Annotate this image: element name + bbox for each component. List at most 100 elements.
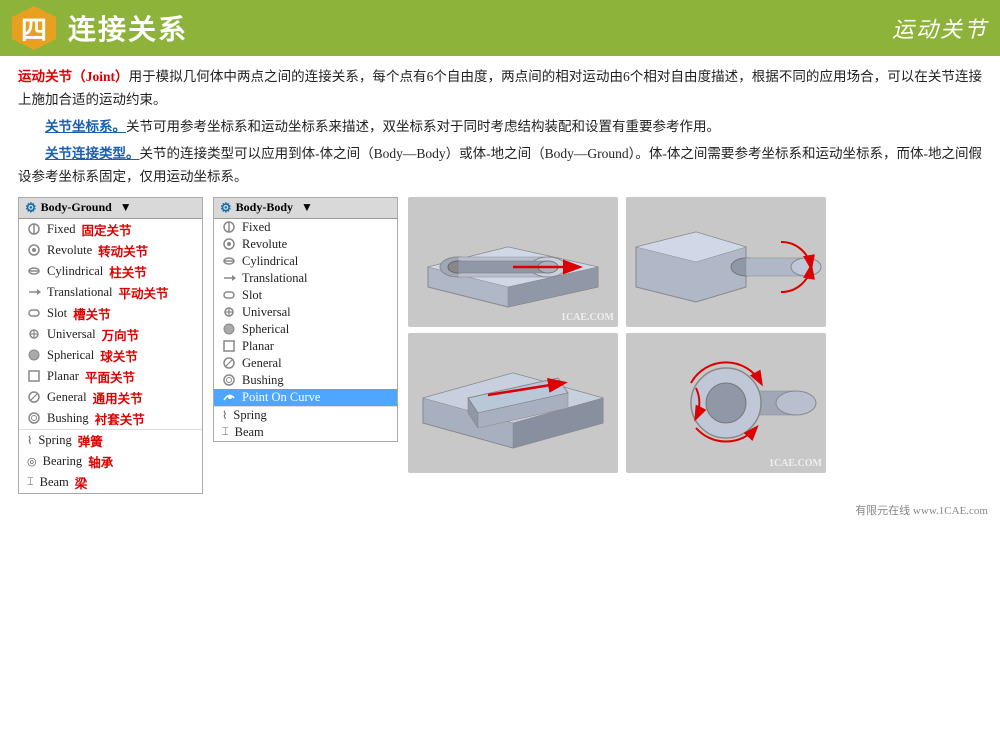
bb-item-beam[interactable]: ⌶ Beam — [214, 424, 397, 441]
item-label-cn-cylindrical: 柱关节 — [109, 262, 147, 281]
item-label-fixed: Fixed — [47, 222, 75, 237]
item-label-translational: Translational — [242, 271, 308, 286]
item-label-cylindrical: Cylindrical — [47, 264, 103, 279]
item-label-cn-translational: 平动关节 — [119, 283, 169, 302]
item-label-spherical: Spherical — [47, 348, 94, 363]
item-label-cn-planar: 平面关节 — [85, 367, 135, 386]
bg-item-spring[interactable]: ⌇ Spring 弹簧 — [19, 430, 202, 451]
panel-bg-dropdown[interactable]: ▼ — [120, 200, 132, 215]
panel-bb-header: ⚙ Body-Body ▼ — [214, 198, 397, 219]
bg-item-planar[interactable]: Planar 平面关节 — [19, 366, 202, 387]
panel-bg-title: Body-Ground — [41, 200, 112, 215]
joint-icon — [222, 254, 236, 268]
para2-keyword: 关节坐标系。 — [45, 119, 126, 134]
item-label-universal: Universal — [242, 305, 291, 320]
bb-item-planar[interactable]: Planar — [214, 338, 397, 355]
para3-text: 关节的连接类型可以应用到体-体之间（Body—Body）或体-地之间（Body—… — [18, 146, 982, 184]
bg-item-bushing[interactable]: Bushing 衬套关节 — [19, 408, 202, 429]
joint-icon — [27, 348, 41, 362]
item-label-universal: Universal — [47, 327, 96, 342]
bb-item-universal[interactable]: Universal — [214, 304, 397, 321]
bg-item-translational[interactable]: Translational 平动关节 — [19, 282, 202, 303]
header-subtitle: 运动关节 — [892, 12, 988, 44]
item-label-cn-bearing: 轴承 — [88, 452, 113, 471]
item-label-revolute: Revolute — [47, 243, 92, 258]
watermark-2: 1CAE.COM — [769, 458, 822, 469]
section-number-box: 四 — [12, 6, 56, 50]
bg-item-universal[interactable]: Universal 万向节 — [19, 324, 202, 345]
item-label-cn-bushing: 衬套关节 — [95, 409, 145, 428]
item-label-slot: Slot — [47, 306, 67, 321]
item-label-slot: Slot — [242, 288, 262, 303]
footer-bar: 有限元在线 www.1CAE.com — [0, 500, 1000, 520]
item-label-cn-spherical: 球关节 — [100, 346, 138, 365]
bb-item-translational[interactable]: Translational — [214, 270, 397, 287]
item-label-general: General — [47, 390, 87, 405]
item-label-general: General — [242, 356, 282, 371]
item-label-fixed: Fixed — [242, 220, 270, 235]
bb-item-general[interactable]: General — [214, 355, 397, 372]
joint-icon — [222, 220, 236, 234]
joint-icon — [222, 356, 236, 370]
joint-image-3 — [408, 333, 618, 473]
bb-item-bushing[interactable]: Bushing — [214, 372, 397, 389]
item-label-translational: Translational — [47, 285, 113, 300]
bg-item-slot[interactable]: Slot 槽关节 — [19, 303, 202, 324]
joint-icon — [27, 369, 41, 383]
item-label-planar: Planar — [242, 339, 274, 354]
item-label-cn-beam: 梁 — [75, 473, 88, 492]
item-label-point-on-curve: Point On Curve — [242, 390, 320, 405]
bb-item-spring[interactable]: ⌇ Spring — [214, 407, 397, 424]
joint-image-1: 1CAE.COM — [408, 197, 618, 327]
joint-icon — [27, 285, 41, 299]
bb-item-spherical[interactable]: Spherical — [214, 321, 397, 338]
images-row-1: 1CAE.COM — [408, 197, 982, 327]
joint-icon — [27, 411, 41, 425]
beam-icon: ⌶ — [222, 426, 229, 439]
joint-icon — [27, 243, 41, 257]
panel-bg-header: ⚙ Body-Ground ▼ — [19, 198, 202, 219]
bg-item-revolute[interactable]: Revolute 转动关节 — [19, 240, 202, 261]
joint-icon — [222, 390, 236, 404]
bearing-icon: ◎ — [27, 455, 37, 468]
header-bar: 四 连接关系 运动关节 — [0, 0, 1000, 56]
spring-icon: ⌇ — [27, 434, 32, 447]
joint-icon — [27, 264, 41, 278]
bb-item-cylindrical[interactable]: Cylindrical — [214, 253, 397, 270]
item-label-beam: Beam — [235, 425, 264, 440]
bg-item-spherical[interactable]: Spherical 球关节 — [19, 345, 202, 366]
beam-icon: ⌶ — [27, 476, 34, 489]
page-title: 连接关系 — [68, 8, 188, 48]
item-label-cn-revolute: 转动关节 — [98, 241, 148, 260]
bb-item-fixed[interactable]: Fixed — [214, 219, 397, 236]
item-label-spring: Spring — [38, 433, 71, 448]
panel-body-ground: ⚙ Body-Ground ▼ Fixed 固定关节 Revolute 转动关节 — [18, 197, 203, 494]
bg-item-beam[interactable]: ⌶ Beam 梁 — [19, 472, 202, 493]
item-label-spring: Spring — [233, 408, 266, 423]
joint-image-2 — [626, 197, 826, 327]
joint-icon — [222, 305, 236, 319]
bb-item-revolute[interactable]: Revolute — [214, 236, 397, 253]
item-label-cylindrical: Cylindrical — [242, 254, 298, 269]
panel-bg-icon: ⚙ — [25, 200, 37, 216]
item-label-cn-slot: 槽关节 — [73, 304, 111, 323]
main-layout: ⚙ Body-Ground ▼ Fixed 固定关节 Revolute 转动关节 — [18, 197, 982, 494]
item-label-spherical: Spherical — [242, 322, 289, 337]
bb-item-point-on-curve[interactable]: Point On Curve — [214, 389, 397, 406]
images-row-2: 1CAE.COM — [408, 333, 982, 473]
panel-bb-dropdown[interactable]: ▼ — [301, 200, 313, 215]
bg-item-general[interactable]: General 通用关节 — [19, 387, 202, 408]
joint-icon — [27, 390, 41, 404]
section-number: 四 — [21, 10, 47, 47]
item-label-planar: Planar — [47, 369, 79, 384]
para1-text: 用于模拟几何体中两点之间的连接关系，每个点有6个自由度，两点间的相对运动由6个相… — [18, 69, 982, 107]
spring-icon: ⌇ — [222, 409, 227, 422]
paragraph-1: 运动关节（Joint）用于模拟几何体中两点之间的连接关系，每个点有6个自由度，两… — [18, 66, 982, 112]
joint-icon — [222, 271, 236, 285]
item-label-bushing: Bushing — [47, 411, 89, 426]
bg-item-bearing[interactable]: ◎ Bearing 轴承 — [19, 451, 202, 472]
bg-item-cylindrical[interactable]: Cylindrical 柱关节 — [19, 261, 202, 282]
joint-icon — [222, 237, 236, 251]
bg-item-fixed[interactable]: Fixed 固定关节 — [19, 219, 202, 240]
bb-item-slot[interactable]: Slot — [214, 287, 397, 304]
